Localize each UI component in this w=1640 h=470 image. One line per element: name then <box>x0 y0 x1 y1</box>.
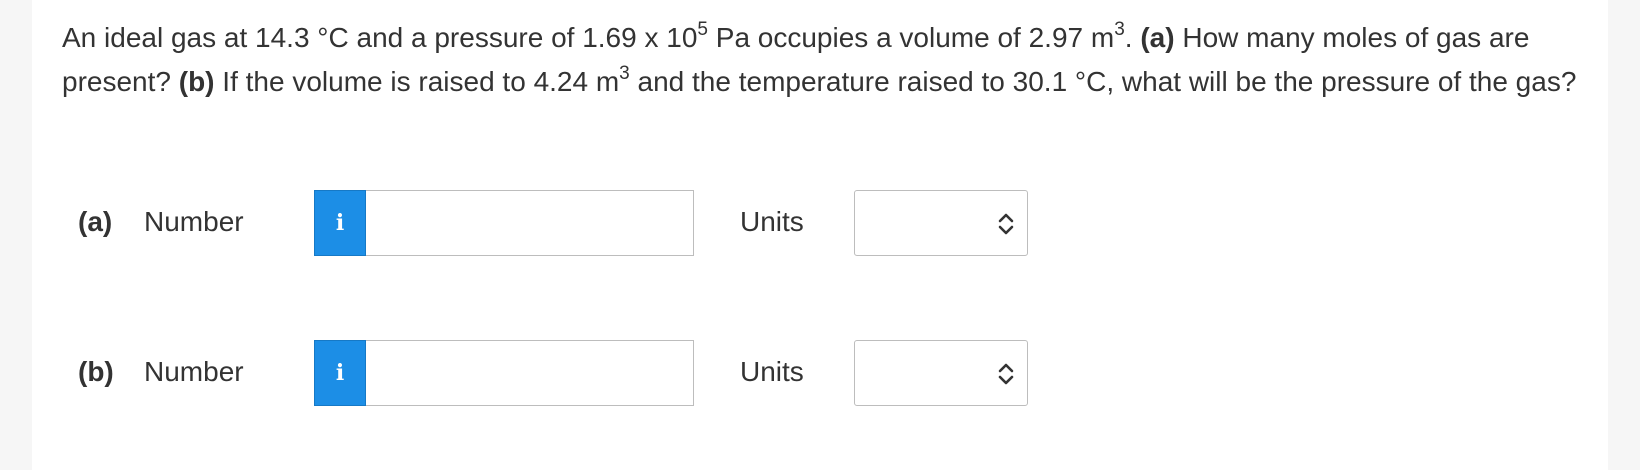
units-select-b[interactable] <box>854 340 1028 406</box>
question-segment: An ideal gas at <box>62 22 256 53</box>
answer-row-b: (b) Number i Units <box>78 340 1028 406</box>
volume-exponent: 3 <box>619 62 630 84</box>
units-label: Units <box>740 356 804 387</box>
initial-pressure: 1.69 x 10 <box>582 22 698 53</box>
part-label: (b) <box>78 356 114 387</box>
units-label: Units <box>740 206 804 237</box>
answer-row-a: (a) Number i Units <box>78 190 1028 256</box>
up-down-chevron-icon <box>998 363 1014 385</box>
question-card: An ideal gas at 14.3 °C and a pressure o… <box>32 0 1608 470</box>
question-segment: °C, what will be the pressure of the gas… <box>1067 66 1577 97</box>
question-segment: Pa occupies a volume of <box>707 22 1029 53</box>
part-a-tag: (a) <box>1140 22 1175 53</box>
question-segment: and the temperature raised to <box>629 66 1013 97</box>
initial-volume: 2.97 m <box>1028 22 1115 53</box>
number-label: Number <box>144 206 244 237</box>
final-temperature: 30.1 <box>1012 66 1068 97</box>
info-icon[interactable]: i <box>314 340 366 406</box>
question-segment: . <box>1124 22 1133 53</box>
part-b-question: If the volume is raised to <box>214 66 534 97</box>
number-input-b[interactable] <box>366 340 694 406</box>
part-label: (a) <box>78 206 113 237</box>
final-volume: 4.24 m <box>533 66 620 97</box>
part-b-tag: (b) <box>178 66 215 97</box>
pressure-exponent: 5 <box>697 18 708 40</box>
up-down-chevron-icon <box>998 213 1014 235</box>
units-select-a[interactable] <box>854 190 1028 256</box>
question-segment: °C and a pressure of <box>309 22 583 53</box>
number-label: Number <box>144 356 244 387</box>
volume-exponent: 3 <box>1114 18 1125 40</box>
info-icon[interactable]: i <box>314 190 366 256</box>
initial-temperature: 14.3 <box>255 22 310 53</box>
number-input-a[interactable] <box>366 190 694 256</box>
question-text: An ideal gas at 14.3 °C and a pressure o… <box>62 16 1582 104</box>
